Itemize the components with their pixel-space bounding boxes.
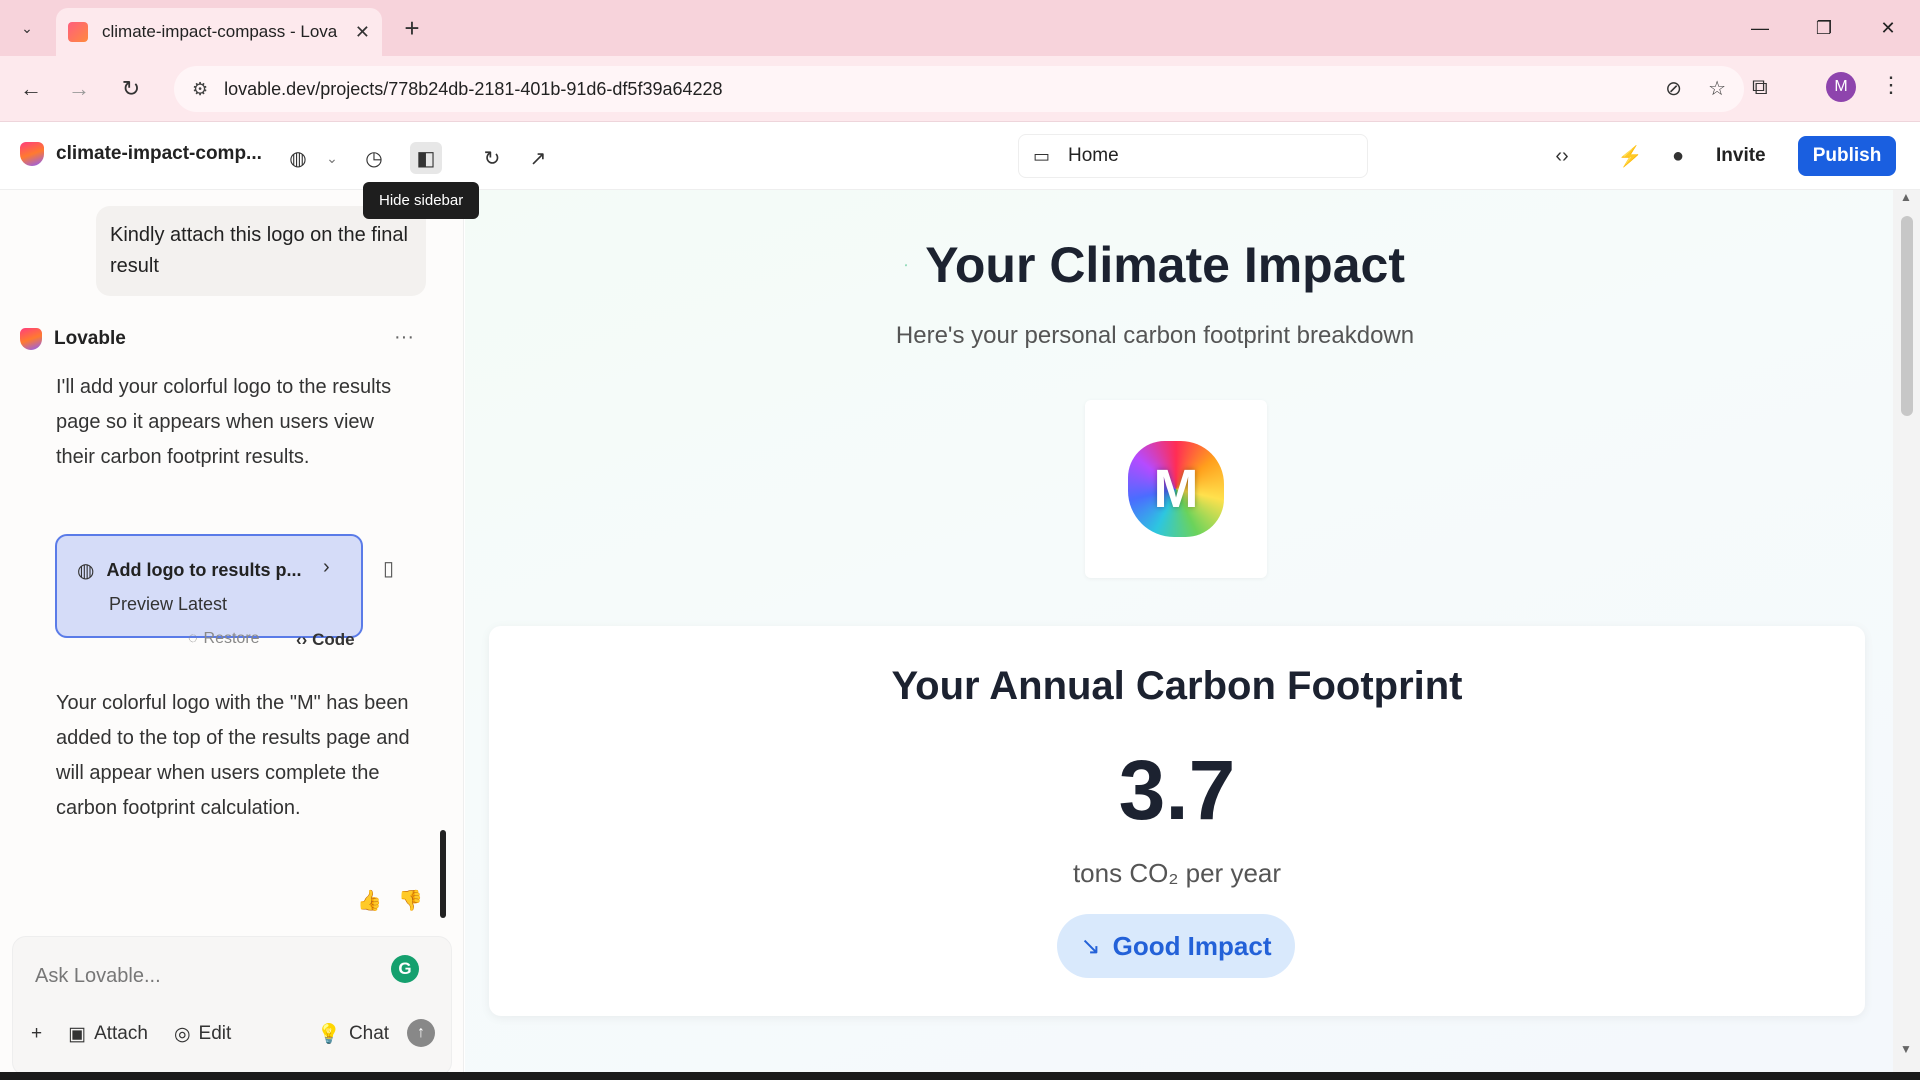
- close-tab-icon[interactable]: ✕: [355, 22, 370, 43]
- invite-button[interactable]: Invite: [1706, 138, 1776, 174]
- globe-icon: ◍: [77, 560, 95, 582]
- thumbs-down-icon[interactable]: 👎: [398, 888, 423, 913]
- page-heading: Your Climate Impact: [905, 236, 1405, 294]
- open-external-icon[interactable]: ↗: [522, 142, 554, 174]
- footprint-card-title: Your Annual Carbon Footprint: [891, 664, 1463, 708]
- assistant-header: Lovable: [20, 328, 126, 350]
- edit-icon: ◎: [173, 1023, 191, 1045]
- send-arrow-icon[interactable]: ↑: [407, 1019, 435, 1047]
- chat-mode-button[interactable]: 💡 Chat: [317, 1022, 389, 1046]
- chat-input[interactable]: Ask Lovable... G + ▣ Attach ◎ Edit 💡 Chat ↑: [12, 936, 452, 1076]
- restore-window-icon[interactable]: ❐: [1804, 10, 1844, 46]
- monitor-icon: ▭: [1033, 145, 1051, 166]
- tab-title: climate-impact-compass - Lova: [102, 22, 338, 41]
- hide-sidebar-tooltip: Hide sidebar: [363, 182, 480, 219]
- code-button[interactable]: ‹› Code: [296, 630, 355, 650]
- assistant-name: Lovable: [54, 328, 126, 349]
- url-text: lovable.dev/projects/778b24db-2181-401b-…: [224, 78, 723, 99]
- bookmark-icon[interactable]: ▯: [383, 556, 394, 581]
- forward-arrow-icon[interactable]: →: [62, 72, 96, 106]
- lightbulb-icon: 💡: [317, 1024, 341, 1045]
- site-settings-icon[interactable]: ⚙: [192, 79, 208, 100]
- project-title[interactable]: climate-impact-comp...: [20, 142, 262, 166]
- bar-chart-icon: [905, 263, 908, 267]
- browser-menu-icon[interactable]: ⋮: [1880, 72, 1902, 98]
- history-icon[interactable]: ◷: [358, 142, 390, 174]
- footprint-unit: tons CO₂ per year: [1072, 858, 1282, 888]
- address-bar[interactable]: ⚙ lovable.dev/projects/778b24db-2181-401…: [174, 66, 1744, 112]
- browser-tab-bar: ⌄ climate-impact-compass - Lova ✕ + — ❐ …: [0, 0, 1920, 56]
- version-card[interactable]: ◍ Add logo to results p... › Preview Lat…: [55, 534, 363, 638]
- impact-label: Good Impact: [1112, 930, 1272, 961]
- message-options-icon[interactable]: ···: [394, 326, 414, 349]
- image-icon: ▣: [68, 1023, 87, 1045]
- scroll-up-icon[interactable]: ▲: [1900, 190, 1912, 204]
- back-arrow-icon[interactable]: ←: [14, 72, 48, 106]
- chat-scrollbar[interactable]: [440, 830, 446, 918]
- chat-mode-label: Chat: [348, 1023, 390, 1044]
- chevron-down-icon[interactable]: ⌄: [316, 142, 348, 174]
- restore-icon: ◌: [188, 630, 198, 647]
- browser-tab[interactable]: climate-impact-compass - Lova ✕: [56, 8, 382, 56]
- page-selector-label: Home: [1068, 145, 1119, 166]
- page-selector[interactable]: ▭ Home: [1018, 134, 1368, 178]
- assistant-message: I'll add your colorful logo to the resul…: [56, 376, 392, 468]
- edit-label: Edit: [198, 1023, 232, 1044]
- attach-button[interactable]: ▣ Attach: [68, 1023, 148, 1046]
- chat-sidebar: Kindly attach this logo on the final res…: [0, 190, 464, 1080]
- tracking-off-eye-icon[interactable]: ⊘: [1665, 76, 1682, 101]
- close-window-icon[interactable]: ✕: [1868, 10, 1908, 46]
- footprint-card: Your Annual Carbon Footprint 3.7 tons CO…: [489, 626, 1865, 1016]
- bookmark-star-icon[interactable]: ☆: [1708, 76, 1726, 101]
- code-label: Code: [312, 630, 355, 649]
- heading-text: Your Climate Impact: [925, 237, 1405, 293]
- restore-button[interactable]: ◌ Restore: [188, 630, 260, 648]
- chevron-right-icon[interactable]: ›: [323, 556, 330, 579]
- attach-label: Attach: [94, 1023, 148, 1044]
- project-name: climate-impact-comp...: [56, 143, 262, 164]
- extensions-puzzle-icon[interactable]: ⧉: [1752, 74, 1768, 100]
- preview-scrollbar-thumb[interactable]: [1901, 216, 1913, 416]
- page-subheading: Here's your personal carbon footprint br…: [895, 322, 1415, 349]
- refresh-preview-icon[interactable]: ↻: [476, 142, 508, 174]
- user-logo-frame: M: [1085, 400, 1267, 578]
- app-header: climate-impact-comp... ◍ ⌄ ◷ ◧ ↻ ↗ ▭ Hom…: [0, 122, 1920, 190]
- minimize-icon[interactable]: —: [1740, 10, 1780, 46]
- preview-latest-link[interactable]: Preview Latest: [109, 594, 227, 615]
- sidebar-toggle-icon[interactable]: ◧: [410, 142, 442, 174]
- tab-search-chevron-icon[interactable]: ⌄: [10, 12, 44, 44]
- scroll-down-icon[interactable]: ▼: [1900, 1042, 1912, 1056]
- assistant-message: Your colorful logo with the "M" has been…: [56, 692, 410, 819]
- globe-icon[interactable]: ◍: [282, 142, 314, 174]
- reload-icon[interactable]: ↻: [114, 72, 148, 106]
- grammarly-icon[interactable]: G: [391, 955, 419, 983]
- browser-toolbar: ← → ↻ ⚙ lovable.dev/projects/778b24db-21…: [0, 56, 1920, 122]
- lovable-avatar-icon: [20, 328, 42, 350]
- footprint-value: 3.7: [1118, 743, 1236, 837]
- app-preview: Your Climate Impact Here's your personal…: [465, 190, 1920, 1080]
- edit-button[interactable]: ◎ Edit: [174, 1023, 231, 1046]
- restore-label: Restore: [203, 630, 260, 647]
- user-message: Kindly attach this logo on the final res…: [96, 206, 426, 296]
- supabase-bolt-icon[interactable]: ⚡: [1612, 138, 1648, 174]
- taskbar-edge: [0, 1072, 1920, 1080]
- code-view-icon[interactable]: ‹›: [1544, 138, 1580, 174]
- impact-badge: ↘ Good Impact: [1057, 914, 1295, 978]
- github-icon[interactable]: ●: [1660, 138, 1696, 174]
- code-icon: ‹›: [296, 630, 308, 649]
- version-card-title: Add logo to results p...: [106, 560, 302, 580]
- profile-avatar[interactable]: M: [1826, 72, 1856, 102]
- new-tab-icon[interactable]: +: [396, 12, 428, 44]
- preview-scrollbar[interactable]: ▲ ▼: [1893, 190, 1920, 1080]
- publish-button[interactable]: Publish: [1798, 136, 1896, 176]
- thumbs-up-icon[interactable]: 👍: [357, 888, 382, 913]
- trending-down-icon: ↘: [1080, 932, 1101, 960]
- add-icon[interactable]: +: [31, 1023, 42, 1045]
- lovable-logo-icon: [20, 142, 44, 166]
- colorful-m-logo: M: [1128, 441, 1224, 537]
- chat-input-placeholder: Ask Lovable...: [35, 965, 161, 987]
- lovable-favicon-icon: [68, 22, 88, 42]
- logo-letter: M: [1153, 459, 1199, 519]
